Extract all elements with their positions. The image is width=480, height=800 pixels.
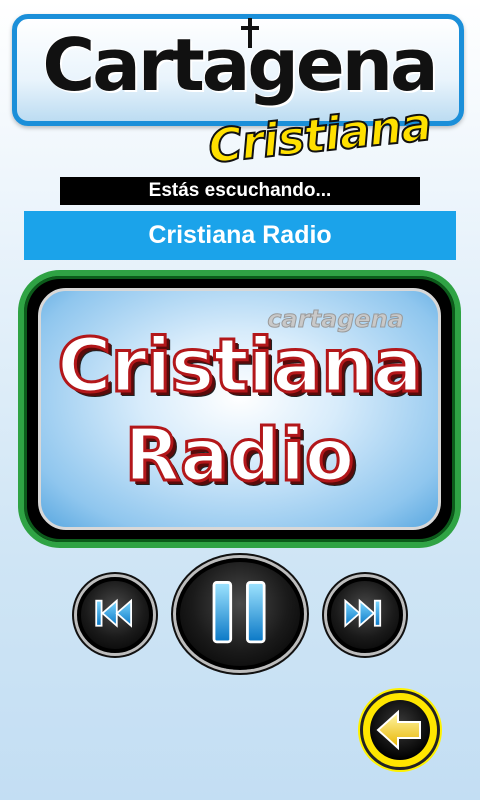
back-button[interactable] bbox=[360, 690, 440, 770]
pause-button[interactable] bbox=[176, 558, 304, 670]
now-playing-label: Estás escuchando... bbox=[60, 177, 420, 205]
app-logo: Cartagena Cristiana bbox=[12, 14, 468, 175]
station-artwork-frame: cartagena Cristiana Radio bbox=[18, 270, 461, 548]
previous-button[interactable] bbox=[77, 577, 153, 653]
skip-next-icon bbox=[344, 598, 382, 628]
artwork-title-line1: Cristiana bbox=[56, 322, 425, 411]
station-name: Cristiana Radio bbox=[24, 211, 456, 260]
skip-previous-icon bbox=[95, 598, 132, 628]
back-button-face bbox=[370, 700, 430, 760]
station-artwork: cartagena Cristiana Radio bbox=[38, 288, 441, 530]
artwork-title-line2: Radio bbox=[123, 412, 356, 499]
logo-title: Cartagena bbox=[42, 23, 438, 107]
pause-icon bbox=[212, 581, 266, 644]
back-arrow-icon bbox=[376, 709, 421, 751]
next-button[interactable] bbox=[327, 577, 403, 653]
